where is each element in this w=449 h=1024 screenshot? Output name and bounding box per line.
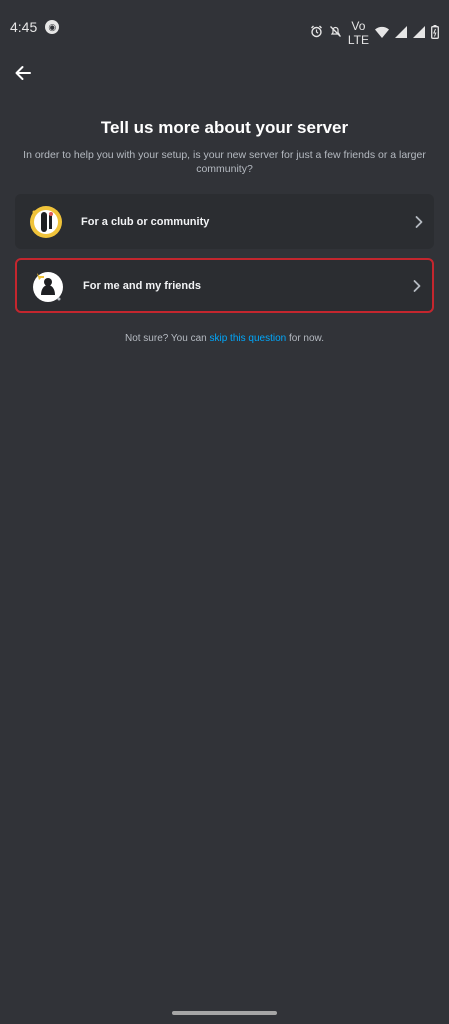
status-icons: Vo LTE (310, 19, 439, 47)
mute-icon (329, 25, 342, 41)
club-illustration-icon (29, 205, 63, 239)
home-indicator[interactable] (172, 1011, 277, 1015)
option-club-community[interactable]: For a club or community (15, 194, 434, 249)
option-me-and-friends[interactable]: For me and my friends (15, 258, 434, 313)
app-notification-icon: ◉ (45, 20, 60, 34)
chevron-right-icon (415, 215, 423, 228)
skip-question-link[interactable]: skip this question (209, 333, 286, 344)
alarm-icon (310, 25, 323, 41)
option-label: For me and my friends (83, 279, 201, 292)
page-subtitle: In order to help you with your setup, is… (23, 149, 426, 175)
skip-prefix: Not sure? You can (124, 333, 210, 344)
signal-icon-1 (395, 25, 407, 41)
status-bar: 4:45 ◉ Vo LTE (0, 0, 449, 54)
volte-icon: Vo LTE (348, 19, 369, 47)
option-label: For a club or community (81, 215, 210, 228)
friends-illustration-icon (31, 269, 65, 303)
arrow-left-icon (15, 66, 31, 80)
back-button[interactable] (12, 62, 34, 84)
volte-line1: Vo (351, 19, 366, 33)
chevron-right-icon (413, 279, 421, 292)
skip-suffix: for now. (286, 333, 325, 344)
volte-line2: LTE (347, 33, 369, 47)
status-time: 4:45 (10, 19, 38, 35)
battery-icon (431, 24, 439, 42)
wifi-icon (375, 26, 389, 41)
skip-line: Not sure? You can skip this question for… (0, 333, 449, 344)
page-title: Tell us more about your server (100, 118, 349, 137)
signal-icon-2 (413, 25, 425, 41)
